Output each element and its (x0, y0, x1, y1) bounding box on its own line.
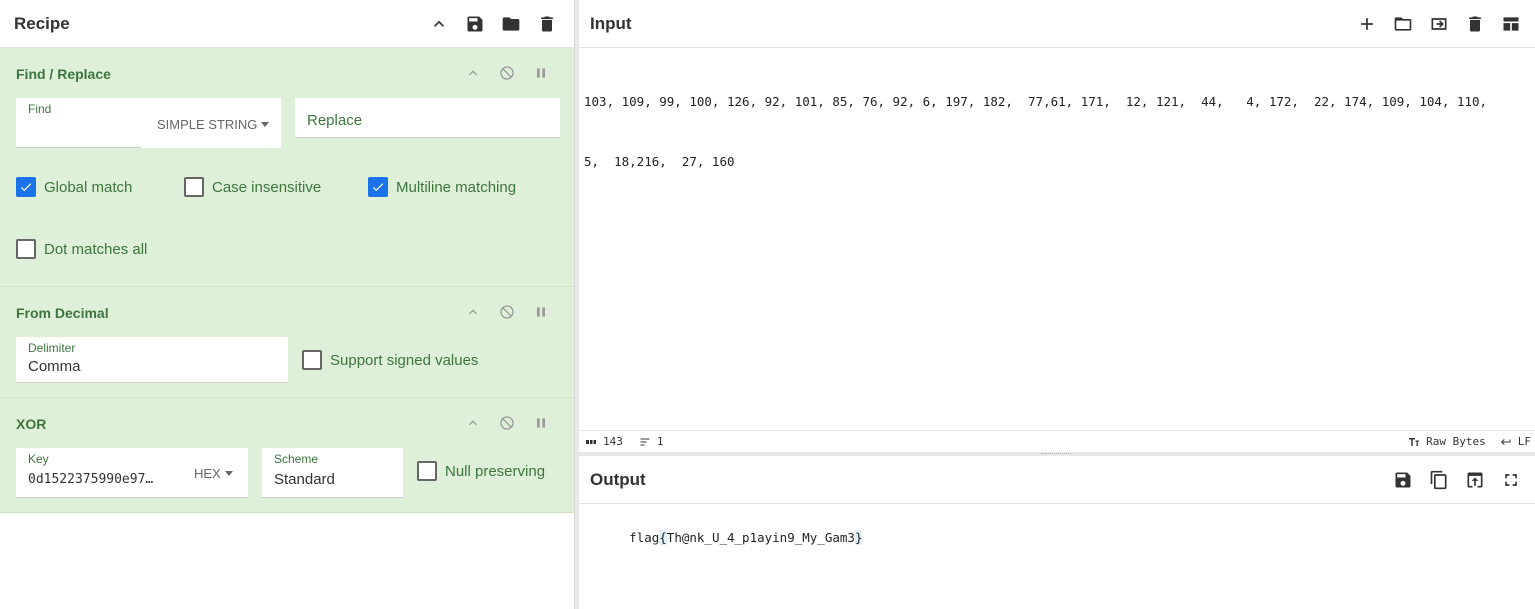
disable-icon[interactable] (496, 301, 518, 323)
caret-down-icon (224, 471, 233, 476)
folder-icon[interactable] (500, 13, 522, 35)
signed-values-label: Support signed values (330, 351, 479, 369)
output-open-brace: { (659, 530, 667, 545)
find-type-value: SIMPLE STRING (157, 117, 258, 132)
add-tab-icon[interactable] (1356, 13, 1378, 35)
delimiter-label: Delimiter (28, 341, 76, 355)
char-count: 143 (585, 435, 623, 448)
open-folder-icon[interactable] (1392, 13, 1414, 35)
save-icon[interactable] (464, 13, 486, 35)
key-label: Key (28, 452, 49, 466)
pause-icon[interactable] (530, 62, 552, 84)
output-header: Output (579, 456, 1535, 504)
delimiter-input[interactable]: Delimiter Comma (16, 337, 288, 383)
case-insensitive-checkbox[interactable]: Case insensitive (184, 177, 321, 197)
operation-find-replace: Find / Replace Find SIMPLE STRING Replac… (0, 48, 574, 287)
output-body: Th@nk_U_4_p1ayin9_My_Gam3 (666, 530, 855, 545)
format-value: Raw Bytes (1426, 435, 1486, 448)
global-match-checkbox[interactable]: Global match (16, 177, 132, 197)
collapse-icon[interactable] (462, 412, 484, 434)
input-status-bar: 143 1 Raw Bytes LF (579, 430, 1535, 452)
multiline-checkbox[interactable]: Multiline matching (368, 177, 516, 197)
signed-values-checkbox[interactable]: Support signed values (302, 350, 478, 370)
output-title: Output (590, 469, 646, 489)
line-count-value: 1 (656, 435, 664, 448)
find-replace-title: Find / Replace (16, 66, 111, 82)
operation-xor: XOR Key 0d1522375990e97… HEX Scheme Stan… (0, 398, 574, 513)
fullscreen-icon[interactable] (1500, 469, 1522, 491)
checkbox-unchecked-icon (417, 461, 437, 481)
find-type-dropdown[interactable]: SIMPLE STRING (141, 98, 281, 148)
pause-icon[interactable] (530, 412, 552, 434)
input-pane: Input 103, 109, 99, 100, 126, 92, 101, 8… (579, 0, 1535, 452)
case-insensitive-label: Case insensitive (212, 178, 322, 196)
grip-icon (1041, 453, 1071, 455)
copy-icon[interactable] (1428, 469, 1450, 491)
disable-icon[interactable] (496, 412, 518, 434)
eol-selector[interactable]: LF (1500, 435, 1531, 448)
collapse-icon[interactable] (462, 301, 484, 323)
checkbox-checked-icon (368, 177, 388, 197)
recipe-pane: Recipe Find / Replace Find SIMPLE STRING… (0, 0, 575, 609)
global-match-label: Global match (44, 178, 133, 196)
clear-input-icon[interactable] (1464, 13, 1486, 35)
key-type-value: HEX (194, 466, 221, 481)
scheme-select[interactable]: Scheme Standard (262, 448, 403, 498)
checkbox-unchecked-icon (16, 239, 36, 259)
key-input[interactable]: Key 0d1522375990e97… HEX (16, 448, 248, 498)
output-textarea[interactable]: flag{Th@nk_U_4_p1ayin9_My_Gam3} (584, 508, 863, 568)
scheme-value: Standard (274, 471, 335, 488)
null-preserving-checkbox[interactable]: Null preserving (417, 461, 545, 481)
replace-input-icon[interactable] (1464, 469, 1486, 491)
layout-icon[interactable] (1500, 13, 1522, 35)
chevron-up-icon[interactable] (428, 13, 450, 35)
input-line-2: 5, 18,216, 27, 160 (584, 154, 735, 169)
output-close-brace: } (854, 530, 863, 545)
replace-input[interactable]: Replace (295, 98, 560, 138)
replace-placeholder: Replace (307, 112, 363, 129)
return-arrow-icon (1500, 438, 1511, 445)
from-decimal-title: From Decimal (16, 305, 109, 321)
char-count-value: 143 (603, 435, 623, 448)
cyberchef-app: Recipe Find / Replace Find SIMPLE STRING… (0, 0, 1535, 609)
checkbox-unchecked-icon (302, 350, 322, 370)
caret-down-icon (261, 122, 270, 127)
input-header: Input (579, 0, 1535, 48)
key-value: 0d1522375990e97… (28, 472, 154, 487)
save-output-icon[interactable] (1392, 469, 1414, 491)
operation-from-decimal: From Decimal Delimiter Comma Support sig… (0, 287, 574, 398)
xor-title: XOR (16, 416, 47, 432)
disable-icon[interactable] (496, 62, 518, 84)
dot-matches-all-label: Dot matches all (44, 240, 148, 258)
null-preserving-label: Null preserving (445, 462, 546, 480)
eol-value: LF (1517, 435, 1531, 448)
abc-icon (586, 439, 596, 444)
format-selector[interactable]: Raw Bytes (1408, 435, 1486, 448)
recipe-header: Recipe (0, 0, 574, 48)
line-count: 1 (639, 435, 664, 448)
find-label: Find (28, 102, 52, 116)
pause-icon[interactable] (530, 301, 552, 323)
checkbox-checked-icon (16, 177, 36, 197)
find-input[interactable]: Find (16, 98, 141, 148)
collapse-icon[interactable] (462, 62, 484, 84)
input-textarea[interactable]: 103, 109, 99, 100, 126, 92, 101, 85, 76,… (584, 52, 1487, 212)
text-format-icon (1409, 437, 1420, 446)
checkbox-unchecked-icon (184, 177, 204, 197)
scheme-label: Scheme (274, 452, 319, 466)
input-line-1: 103, 109, 99, 100, 126, 92, 101, 85, 76,… (584, 94, 1488, 109)
key-type-dropdown[interactable]: HEX (194, 466, 233, 481)
open-file-icon[interactable] (1428, 13, 1450, 35)
input-title: Input (590, 13, 632, 33)
output-prefix: flag (629, 530, 660, 545)
output-pane: Output flag{Th@nk_U_4_p1ayin9_My_Gam3} (579, 456, 1535, 609)
dot-matches-all-checkbox[interactable]: Dot matches all (16, 239, 147, 259)
recipe-title: Recipe (14, 13, 70, 33)
trash-icon[interactable] (536, 13, 558, 35)
multiline-label: Multiline matching (396, 178, 517, 196)
lines-icon (640, 438, 650, 445)
delimiter-value: Comma (28, 358, 81, 375)
